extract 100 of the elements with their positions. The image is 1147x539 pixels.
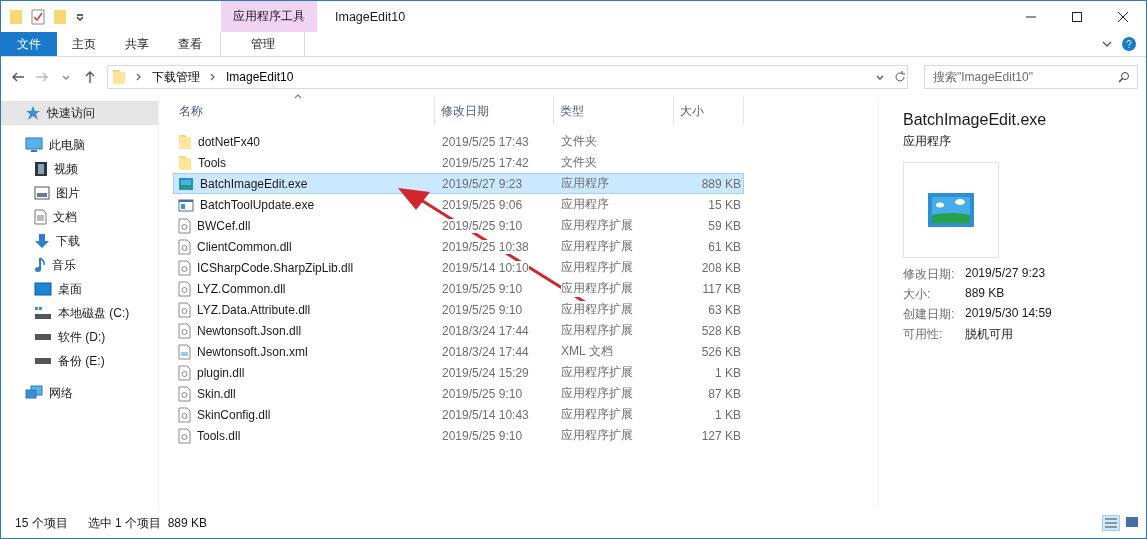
ribbon-tab[interactable]: 文件 bbox=[1, 32, 57, 56]
gear-file-icon bbox=[178, 280, 191, 297]
modified-date: 2019/5/24 15:29 bbox=[442, 365, 529, 380]
ribbon-tab[interactable]: 查看 bbox=[163, 32, 216, 56]
file-row[interactable]: Newtonsoft.Json.xml 2018/3/24 17:44 XML 文档 526 KB bbox=[173, 341, 744, 362]
file-size: 889 KB bbox=[700, 176, 742, 191]
file-row[interactable]: BWCef.dll 2019/5/25 9:10 应用程序扩展 59 KB bbox=[173, 215, 744, 236]
file-name: SkinConfig.dll bbox=[197, 407, 271, 422]
property-value: 脱机可用 bbox=[965, 326, 1014, 343]
sidebar-item[interactable]: 此电脑 bbox=[1, 133, 158, 157]
file-row[interactable]: LYZ.Data.Attribute.dll 2019/5/25 9:10 应用程序扩展 63 KB bbox=[173, 299, 744, 320]
details-view-icon bbox=[1104, 517, 1118, 529]
search-field[interactable]: 搜索"ImageEdit10" bbox=[924, 65, 1138, 89]
sidebar-item[interactable]: 文档 bbox=[1, 205, 158, 229]
document-icon bbox=[34, 209, 47, 225]
file-type: 应用程序扩展 bbox=[561, 427, 633, 444]
file-size: 127 KB bbox=[700, 428, 742, 443]
ribbon-tab[interactable]: 主页 bbox=[57, 32, 110, 56]
property-label: 创建日期: bbox=[903, 306, 956, 323]
sidebar-item[interactable]: 音乐 bbox=[1, 253, 158, 277]
file-row[interactable]: Newtonsoft.Json.dll 2018/3/24 17:44 应用程序扩展 528 KB bbox=[173, 320, 744, 341]
film-icon bbox=[34, 161, 48, 177]
file-name: ClientCommon.dll bbox=[197, 239, 292, 254]
contextual-tab-group: 应用程序工具 bbox=[221, 1, 317, 32]
ribbon-tab[interactable]: 共享 bbox=[110, 32, 163, 56]
property-value: 889 KB bbox=[965, 286, 1006, 302]
file-row[interactable]: ClientCommon.dll 2019/5/25 10:38 应用程序扩展 61 KB bbox=[173, 236, 744, 257]
details-view-button[interactable] bbox=[1102, 515, 1120, 531]
file-size: 15 KB bbox=[707, 197, 742, 212]
item-count: 15 个项目 bbox=[15, 514, 68, 532]
star-icon bbox=[25, 105, 41, 121]
landscape-icon bbox=[178, 176, 194, 191]
modified-date: 2019/5/25 9:10 bbox=[442, 302, 523, 317]
file-row[interactable]: SkinConfig.dll 2019/5/14 10:43 应用程序扩展 1 KB bbox=[173, 404, 744, 425]
file-row[interactable]: BatchImageEdit.exe 2019/5/27 9:23 应用程序 889 KB bbox=[173, 173, 744, 194]
file-type: 应用程序扩展 bbox=[561, 217, 633, 234]
file-name: Newtonsoft.Json.dll bbox=[197, 323, 302, 338]
monitor-icon bbox=[25, 137, 43, 153]
modified-date: 2019/5/25 17:43 bbox=[442, 134, 529, 149]
selection-info: 选中 1 个项目 889 KB bbox=[87, 514, 208, 532]
file-name: Tools bbox=[198, 155, 226, 170]
close-icon bbox=[1118, 11, 1128, 22]
sidebar-item[interactable]: 下载 bbox=[1, 229, 158, 253]
breadcrumb[interactable]: 下载管理 bbox=[152, 68, 200, 86]
sidebar-item[interactable]: 软件 (D:) bbox=[1, 325, 158, 349]
file-row[interactable]: BatchToolUpdate.exe 2019/5/25 9:06 应用程序 15 KB bbox=[173, 194, 744, 215]
network-icon bbox=[25, 385, 43, 401]
sidebar-item[interactable]: 快速访问 bbox=[1, 101, 158, 125]
folder-icon bbox=[112, 69, 126, 85]
file-type: 应用程序扩展 bbox=[561, 406, 633, 423]
modified-date: 2019/5/27 9:23 bbox=[442, 176, 523, 191]
landscape-icon bbox=[928, 193, 974, 227]
sidebar-item[interactable]: 图片 bbox=[1, 181, 158, 205]
file-row[interactable]: Skin.dll 2019/5/25 9:10 应用程序扩展 87 KB bbox=[173, 383, 744, 404]
file-name: plugin.dll bbox=[197, 365, 245, 380]
breadcrumb[interactable]: ImageEdit10 bbox=[226, 70, 294, 84]
file-name: BWCef.dll bbox=[197, 218, 251, 233]
file-name: LYZ.Data.Attribute.dll bbox=[197, 302, 311, 317]
ribbon-tab[interactable]: 管理 bbox=[220, 32, 305, 56]
file-name: BatchToolUpdate.exe bbox=[200, 197, 315, 212]
file-size: 526 KB bbox=[700, 344, 742, 359]
code-file-icon bbox=[178, 343, 191, 360]
sidebar-item[interactable]: 本地磁盘 (C:) bbox=[1, 301, 158, 325]
file-name: Newtonsoft.Json.xml bbox=[197, 344, 308, 359]
file-type: 文件夹 bbox=[561, 133, 597, 150]
file-type: 应用程序扩展 bbox=[561, 259, 633, 276]
drive-icon bbox=[34, 357, 52, 365]
file-row[interactable]: LYZ.Common.dll 2019/5/25 9:10 应用程序扩展 117 KB bbox=[173, 278, 744, 299]
file-type: 应用程序扩展 bbox=[561, 238, 633, 255]
gear-file-icon bbox=[178, 217, 191, 234]
search-icon bbox=[1118, 71, 1130, 83]
download-arrow-icon bbox=[34, 233, 50, 249]
property-label: 可用性: bbox=[903, 326, 944, 343]
modified-date: 2018/3/24 17:44 bbox=[442, 323, 529, 338]
column-header[interactable]: 大小 bbox=[674, 97, 744, 125]
sidebar-item[interactable]: 桌面 bbox=[1, 277, 158, 301]
modified-date: 2019/5/25 9:10 bbox=[442, 386, 523, 401]
file-type: XML 文档 bbox=[561, 343, 613, 360]
folder-icon bbox=[53, 8, 67, 25]
column-header[interactable]: 修改日期 bbox=[435, 97, 554, 125]
gear-file-icon bbox=[178, 301, 191, 318]
modified-date: 2019/5/25 17:42 bbox=[442, 155, 529, 170]
sidebar-item[interactable]: 视频 bbox=[1, 157, 158, 181]
file-type: 应用程序扩展 bbox=[561, 385, 633, 402]
file-row[interactable]: ICSharpCode.SharpZipLib.dll 2019/5/14 10:10 应用程序扩展 208 KB bbox=[173, 257, 744, 278]
column-header[interactable]: 类型 bbox=[554, 97, 674, 125]
file-size: 59 KB bbox=[707, 218, 742, 233]
sidebar-item[interactable]: 备份 (E:) bbox=[1, 349, 158, 373]
system-drive-icon bbox=[34, 306, 52, 320]
file-row[interactable]: plugin.dll 2019/5/24 15:29 应用程序扩展 1 KB bbox=[173, 362, 744, 383]
file-type: 应用程序扩展 bbox=[561, 322, 633, 339]
folder-icon bbox=[9, 8, 23, 25]
address-field[interactable]: 下载管理 ImageEdit10 bbox=[107, 65, 908, 89]
file-row[interactable]: dotNetFx40 2019/5/25 17:43 文件夹 bbox=[173, 131, 744, 152]
property-label: 大小: bbox=[903, 286, 932, 303]
sidebar-item[interactable]: 网络 bbox=[1, 381, 158, 405]
file-row[interactable]: Tools 2019/5/25 17:42 文件夹 bbox=[173, 152, 744, 173]
file-row[interactable]: Tools.dll 2019/5/25 9:10 应用程序扩展 127 KB bbox=[173, 425, 744, 446]
column-header[interactable]: 名称 bbox=[173, 97, 435, 125]
file-size: 528 KB bbox=[700, 323, 742, 338]
